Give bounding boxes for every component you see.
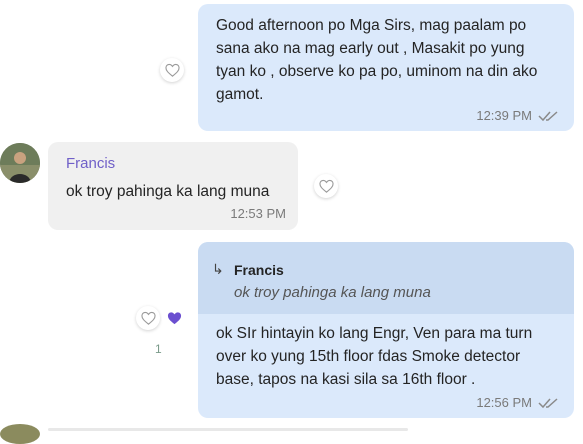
quote-sender: Francis bbox=[234, 262, 284, 278]
heart-icon bbox=[164, 63, 180, 77]
sender-name[interactable]: Francis bbox=[66, 155, 115, 172]
avatar-image bbox=[0, 143, 40, 183]
incoming-message[interactable]: Francis ok troy pahinga ka lang muna 12:… bbox=[48, 142, 298, 230]
react-button[interactable] bbox=[136, 306, 160, 330]
double-check-icon bbox=[538, 110, 558, 121]
react-button[interactable] bbox=[314, 174, 338, 198]
avatar[interactable] bbox=[0, 424, 40, 444]
heart-reaction[interactable] bbox=[162, 306, 186, 330]
heart-icon bbox=[318, 179, 334, 193]
double-check-icon bbox=[538, 397, 558, 408]
message-meta: 12:39 PM bbox=[476, 108, 560, 123]
heart-icon bbox=[140, 311, 156, 325]
quoted-message[interactable]: ↳ Francis ok troy pahinga ka lang muna bbox=[198, 242, 574, 314]
message-meta: 12:53 PM bbox=[230, 206, 286, 221]
quote-text: ok troy pahinga ka lang muna bbox=[234, 284, 431, 301]
message-time: 12:56 PM bbox=[476, 395, 532, 410]
message-text: ok troy pahinga ka lang muna bbox=[66, 183, 270, 200]
message-text: Good afternoon po Mga Sirs, mag paalam p… bbox=[216, 17, 538, 103]
message-meta: 12:56 PM bbox=[476, 395, 560, 410]
message-time: 12:39 PM bbox=[476, 108, 532, 123]
avatar[interactable] bbox=[0, 143, 40, 183]
react-button[interactable] bbox=[160, 58, 184, 82]
heart-icon bbox=[167, 311, 181, 324]
message-time: 12:53 PM bbox=[230, 206, 286, 221]
message-text: ok SIr hintayin ko lang Engr, Ven para m… bbox=[216, 325, 533, 388]
outgoing-message-1[interactable]: Good afternoon po Mga Sirs, mag paalam p… bbox=[198, 4, 574, 131]
outgoing-message-2[interactable]: ↳ Francis ok troy pahinga ka lang muna o… bbox=[198, 242, 574, 418]
reaction-count: 1 bbox=[155, 342, 162, 356]
reply-arrow-icon: ↳ bbox=[212, 261, 224, 277]
